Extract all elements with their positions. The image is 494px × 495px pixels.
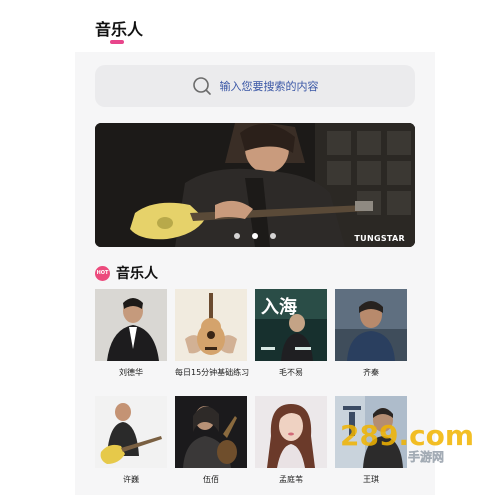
carousel-dot[interactable] — [270, 233, 276, 239]
artist-card[interactable]: 入海 毛不易 — [255, 289, 327, 378]
banner-brand: TUNGSTAR — [354, 234, 405, 243]
artist-name: 刘德华 — [119, 368, 143, 377]
carousel-dot-active[interactable] — [252, 233, 258, 239]
artist-photo — [95, 396, 167, 468]
artist-name: 伍佰 — [203, 475, 219, 484]
search-placeholder: 输入您要搜索的内容 — [219, 80, 319, 93]
artist-photo — [335, 396, 407, 468]
artist-card[interactable]: 伍佰 — [175, 396, 247, 485]
banner-carousel[interactable]: TUNGSTAR — [95, 123, 415, 247]
artist-card[interactable]: 齐秦 — [335, 289, 407, 378]
hot-badge-icon: HOT — [95, 265, 110, 281]
artist-name: 每日15分钟基础练习 — [175, 368, 250, 377]
artist-card[interactable]: 许巍 — [95, 396, 167, 485]
phone-screen: 音乐人 输入您要搜索的内容 TUNGSTAR HOT 音乐人 刘德华 每日15分… — [75, 0, 435, 495]
artist-name: 王琪 — [363, 475, 379, 484]
artist-name: 许巍 — [123, 475, 139, 484]
search-icon — [192, 76, 212, 96]
artist-photo — [175, 289, 247, 361]
artist-name: 毛不易 — [279, 368, 303, 377]
top-bar: 音乐人 — [75, 0, 435, 52]
banner-image — [95, 123, 415, 247]
page-title: 音乐人 — [95, 20, 144, 39]
section-title: 音乐人 — [116, 266, 158, 282]
album-title: 入海 — [261, 296, 297, 318]
artist-photo — [175, 396, 247, 468]
artist-photo: 入海 — [255, 289, 327, 361]
artist-photo — [335, 289, 407, 361]
artist-card[interactable]: 孟庭苇 — [255, 396, 327, 485]
artist-photo — [255, 396, 327, 468]
artist-name: 孟庭苇 — [279, 475, 303, 484]
artist-card[interactable]: 王琪 — [335, 396, 407, 485]
section-header: HOT 音乐人 — [95, 263, 158, 283]
artist-name: 齐秦 — [363, 368, 379, 377]
artist-card[interactable]: 刘德华 — [95, 289, 167, 378]
carousel-dot[interactable] — [234, 233, 240, 239]
artist-photo — [95, 289, 167, 361]
title-underline — [110, 40, 124, 44]
artist-card[interactable]: 每日15分钟基础练习 — [175, 289, 250, 378]
app-canvas: 音乐人 输入您要搜索的内容 TUNGSTAR HOT 音乐人 刘德华 每日15分… — [0, 0, 494, 495]
search-bar[interactable]: 输入您要搜索的内容 — [95, 65, 415, 107]
